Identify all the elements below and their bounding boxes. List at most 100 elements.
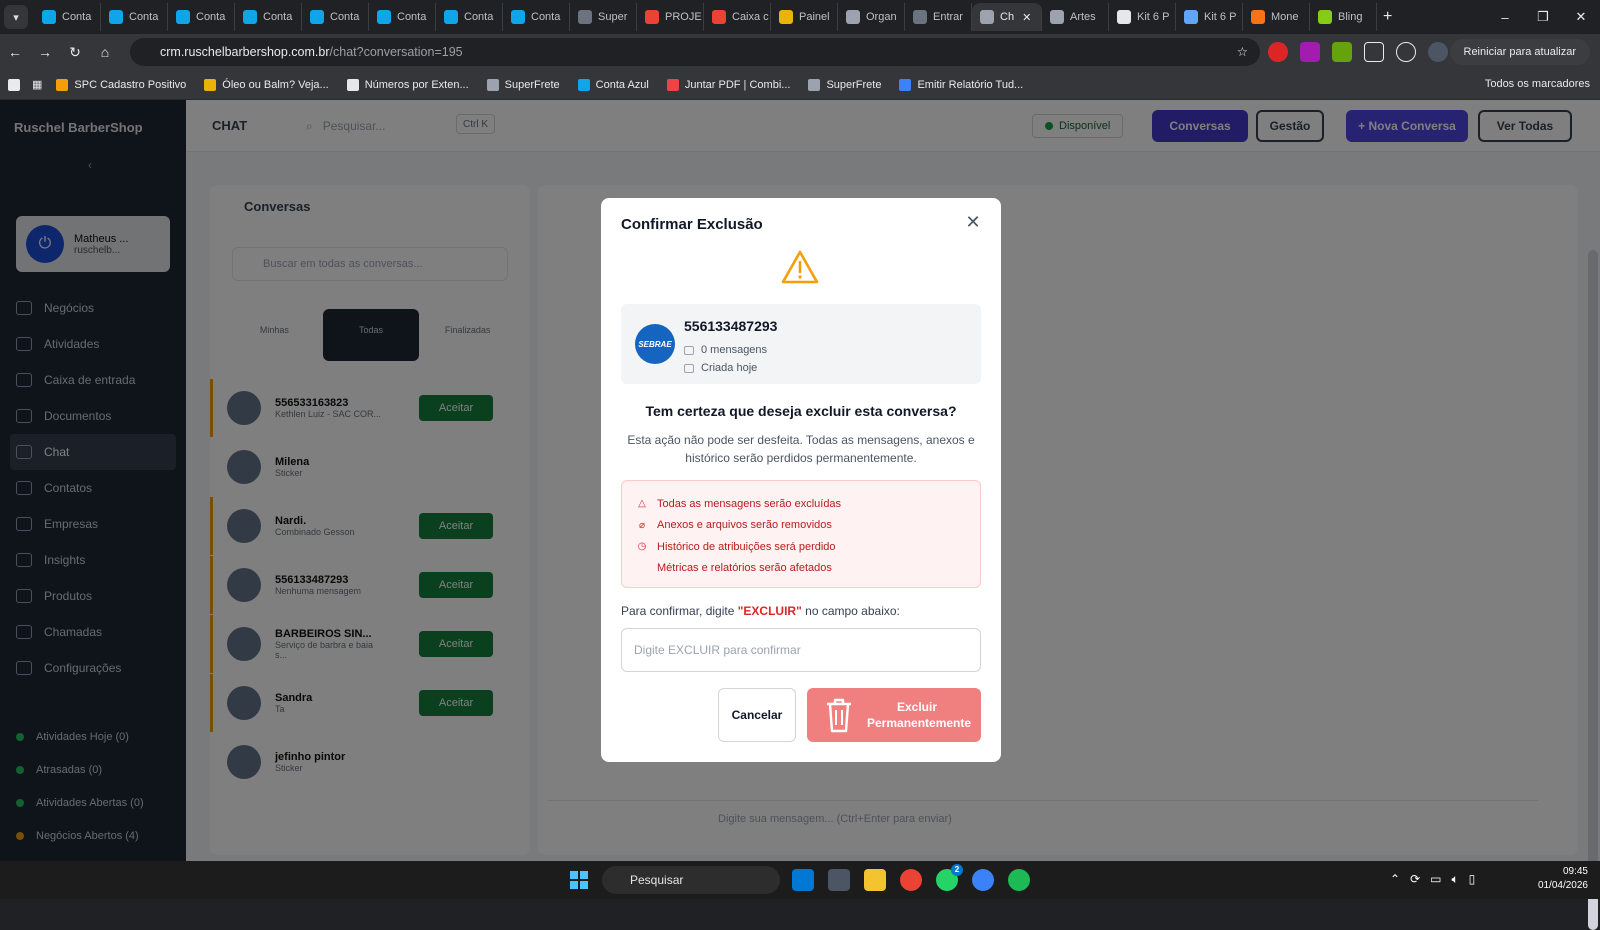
cancel-button[interactable]: Cancelar [718, 688, 796, 742]
browser-tab[interactable]: Conta [503, 3, 570, 31]
tab-favicon-icon [511, 10, 525, 24]
consequence-item: ⌀ Anexos e arquivos serão removidos [622, 515, 980, 537]
browser-tab[interactable]: Conta [235, 3, 302, 31]
tab-favicon-icon [310, 10, 324, 24]
reload-icon[interactable]: ↻ [60, 44, 90, 61]
browser-tab[interactable]: Conta [302, 3, 369, 31]
bookmark-item[interactable]: Juntar PDF | Combi... [666, 78, 791, 91]
browser-tab[interactable]: Mone [1243, 3, 1310, 31]
close-tab-icon[interactable]: ✕ [1022, 11, 1031, 24]
window-controls: – ❐ ✕ [1486, 0, 1600, 34]
tab-favicon-icon [1251, 10, 1265, 24]
bookmark-item[interactable]: Números por Exten... [346, 78, 469, 91]
profile-icon[interactable] [1428, 42, 1448, 62]
file-explorer-icon[interactable] [864, 869, 886, 891]
close-window-icon[interactable]: ✕ [1562, 9, 1600, 25]
browser-tab[interactable]: Organ [838, 3, 905, 31]
browser-tab[interactable]: PROJE [637, 3, 704, 31]
bookmark-favicon-icon [577, 78, 590, 91]
tab-favicon-icon [243, 10, 257, 24]
back-icon[interactable]: ← [0, 44, 30, 60]
bookmark-star-icon[interactable]: ☆ [1237, 44, 1248, 59]
delete-permanently-button[interactable]: Excluir Permanentemente [807, 688, 981, 742]
browser-tab[interactable]: Kit 6 P [1109, 3, 1176, 31]
confirmation-description: Esta ação não pode ser desfeita. Todas a… [627, 433, 975, 465]
extensions-puzzle-icon[interactable] [1364, 42, 1384, 62]
download-icon[interactable] [1396, 42, 1416, 62]
extension-icon[interactable] [1300, 42, 1320, 62]
created-date: Criada hoje [684, 362, 757, 374]
bookmark-item[interactable]: Óleo ou Balm? Veja... [204, 78, 329, 91]
browser-tab[interactable]: Conta [101, 3, 168, 31]
browser-tab[interactable]: Entrar [905, 3, 972, 31]
whatsapp-badge: 2 [951, 864, 963, 876]
bookmark-favicon-icon [56, 78, 69, 91]
taskbar-search[interactable]: Pesquisar [602, 866, 780, 894]
clock-time: 09:45 [1562, 866, 1588, 877]
minimize-icon[interactable]: – [1486, 10, 1524, 25]
bookmark-item[interactable]: SuperFrete [486, 78, 560, 91]
conversation-summary-card: SEBRAE 556133487293 0 mensagens Criada h… [621, 304, 981, 384]
extension-icon[interactable] [1268, 42, 1288, 62]
windows-start-icon[interactable] [570, 871, 588, 889]
home-icon[interactable]: ⌂ [90, 44, 120, 60]
taskbar-search-text: Pesquisar [630, 873, 684, 887]
taskbar-apps: 2 [792, 864, 1030, 891]
windows-taskbar: Pesquisar 2 ⌃ ⟳ ▭ 🔈︎ ▯ 09:45 01/04/2026 [0, 861, 1600, 899]
close-icon[interactable]: ✕ [963, 212, 983, 232]
tab-label: Ch [1000, 11, 1015, 23]
tab-favicon-icon [913, 10, 927, 24]
tab-search-menu-icon[interactable]: ▾ [4, 5, 28, 29]
tray-sync-icon[interactable]: ⟳ [1410, 872, 1420, 887]
restore-icon[interactable]: ❐ [1524, 9, 1562, 25]
bookmark-item[interactable]: Conta Azul [577, 78, 649, 91]
browser-tab[interactable]: Kit 6 P [1176, 3, 1243, 31]
tray-chevron-icon[interactable]: ⌃ [1390, 872, 1400, 887]
network-icon[interactable]: ▭ [1430, 872, 1441, 887]
browser-tab[interactable]: Artes [1042, 3, 1109, 31]
notepad-icon[interactable] [792, 869, 814, 891]
whatsapp-icon[interactable]: 2 [936, 864, 963, 891]
bookmark-item[interactable]: Emitir Relatório Tud... [899, 78, 1023, 91]
confirm-text-input[interactable] [621, 628, 981, 672]
trash-icon [827, 698, 851, 733]
bookmark-favicon-icon [346, 78, 359, 91]
browser-tab[interactable]: Conta [168, 3, 235, 31]
tab-label: Entrar [933, 11, 963, 23]
browser-tab[interactable]: Painel [771, 3, 838, 31]
volume-icon[interactable]: 🔈︎ [1451, 872, 1458, 887]
restart-to-update-button[interactable]: Reiniciar para atualizar [1449, 39, 1590, 65]
battery-icon[interactable]: ▯ [1469, 872, 1476, 887]
address-bar[interactable]: crm.ruschelbarbershop.com.br/chat?conver… [130, 38, 1260, 66]
browser-tab[interactable]: Ch ✕ [972, 3, 1042, 31]
bookmark-label: SuperFrete [826, 78, 882, 91]
clock[interactable]: 09:45 01/04/2026 [1538, 865, 1588, 893]
browser-tab[interactable]: Caixa c [704, 3, 771, 31]
bookmark-favicon-icon [204, 78, 217, 91]
grid-icon[interactable]: ▦ [32, 78, 42, 91]
bookmark-label: Juntar PDF | Combi... [684, 78, 791, 91]
new-tab-button[interactable]: + [1383, 8, 1392, 26]
tab-label: Kit 6 P [1137, 11, 1170, 23]
spotify-icon[interactable] [1008, 869, 1030, 891]
tab-favicon-icon [779, 10, 793, 24]
all-bookmarks-folder[interactable]: Todos os marcadores [1485, 78, 1590, 90]
calculator-icon[interactable] [828, 869, 850, 891]
consequence-text: Anexos e arquivos serão removidos [657, 519, 832, 532]
bookmark-label: Conta Azul [595, 78, 649, 91]
browser-tab[interactable]: Bling [1310, 3, 1377, 31]
extension-icon[interactable] [1332, 42, 1352, 62]
browser-tab[interactable]: Conta [436, 3, 503, 31]
bookmark-item[interactable]: SuperFrete [808, 78, 882, 91]
tab-favicon-icon [980, 10, 994, 24]
tab-favicon-icon [42, 10, 56, 24]
forward-icon[interactable]: → [30, 44, 60, 60]
browser-tab[interactable]: Conta [34, 3, 101, 31]
chrome-icon[interactable] [900, 869, 922, 891]
bookmark-label: SuperFrete [504, 78, 560, 91]
app-icon[interactable] [972, 869, 994, 891]
browser-tab[interactable]: Super [570, 3, 637, 31]
bookmark-item[interactable]: SPC Cadastro Positivo [56, 78, 186, 91]
apps-icon[interactable] [8, 78, 20, 91]
browser-tab[interactable]: Conta [369, 3, 436, 31]
